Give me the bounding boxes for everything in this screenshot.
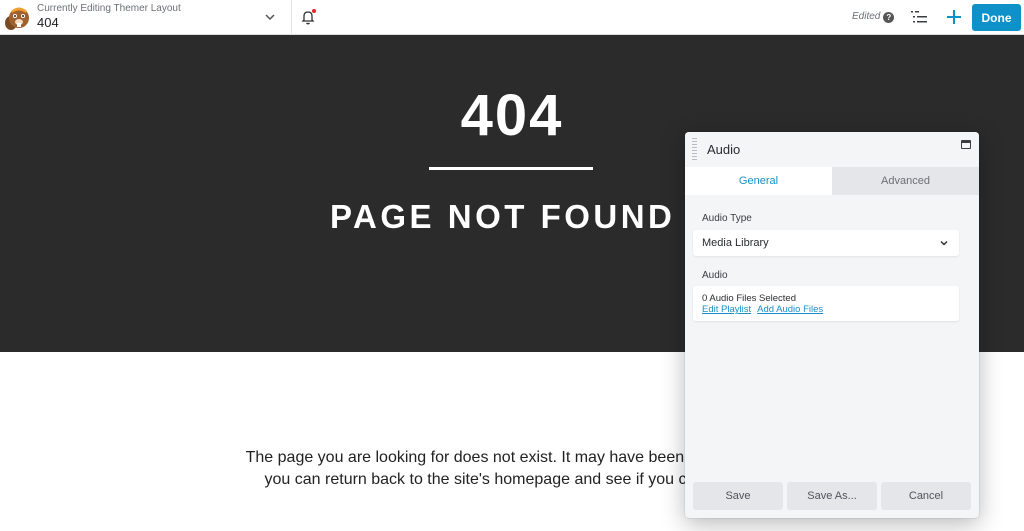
- divider: [291, 0, 292, 35]
- panel-footer: Save Save As... Cancel: [693, 482, 971, 510]
- save-button[interactable]: Save: [693, 482, 783, 510]
- panel-header[interactable]: Audio: [685, 132, 979, 167]
- audio-type-label: Audio Type: [702, 213, 752, 224]
- audio-files-count: 0 Audio Files Selected: [702, 293, 797, 304]
- outline-list-icon[interactable]: [910, 9, 928, 25]
- audio-links: Edit Playlist Add Audio Files: [702, 304, 829, 315]
- expand-window-icon[interactable]: [961, 140, 971, 149]
- add-audio-files-link[interactable]: Add Audio Files: [757, 304, 823, 315]
- bell-icon[interactable]: [299, 8, 317, 26]
- notification-dot: [312, 9, 316, 13]
- top-bar: Currently Editing Themer Layout 404 Edit…: [0, 0, 1024, 35]
- edit-playlist-link[interactable]: Edit Playlist: [702, 304, 751, 315]
- help-icon[interactable]: ?: [883, 12, 895, 23]
- audio-settings-panel: Audio General Advanced Audio Type Media …: [685, 132, 979, 518]
- heading-divider: [429, 167, 593, 170]
- plus-icon[interactable]: [944, 7, 964, 27]
- chevron-down-icon[interactable]: [262, 9, 278, 25]
- audio-files-field: 0 Audio Files Selected Edit Playlist Add …: [693, 286, 959, 321]
- audio-type-select[interactable]: Media Library: [693, 230, 959, 256]
- panel-tabs: General Advanced: [685, 167, 979, 195]
- edited-status: Edited?: [852, 11, 895, 23]
- edited-label: Edited: [852, 11, 881, 22]
- cancel-button[interactable]: Cancel: [881, 482, 971, 510]
- drag-handle-icon[interactable]: [692, 138, 697, 162]
- save-as-button[interactable]: Save As...: [787, 482, 877, 510]
- layout-subtitle: Currently Editing Themer Layout: [37, 3, 181, 14]
- audio-type-value: Media Library: [702, 237, 769, 249]
- beaver-logo-icon[interactable]: [2, 3, 32, 33]
- panel-title: Audio: [707, 142, 741, 157]
- layout-title[interactable]: Currently Editing Themer Layout 404: [37, 3, 181, 31]
- chevron-down-icon: [940, 240, 948, 246]
- tab-advanced[interactable]: Advanced: [832, 167, 979, 195]
- page-not-found-heading: PAGE NOT FOUND: [330, 198, 676, 235]
- layout-name: 404: [37, 15, 59, 30]
- done-button[interactable]: Done: [972, 4, 1021, 31]
- audio-label: Audio: [702, 270, 728, 281]
- tab-general[interactable]: General: [685, 167, 832, 195]
